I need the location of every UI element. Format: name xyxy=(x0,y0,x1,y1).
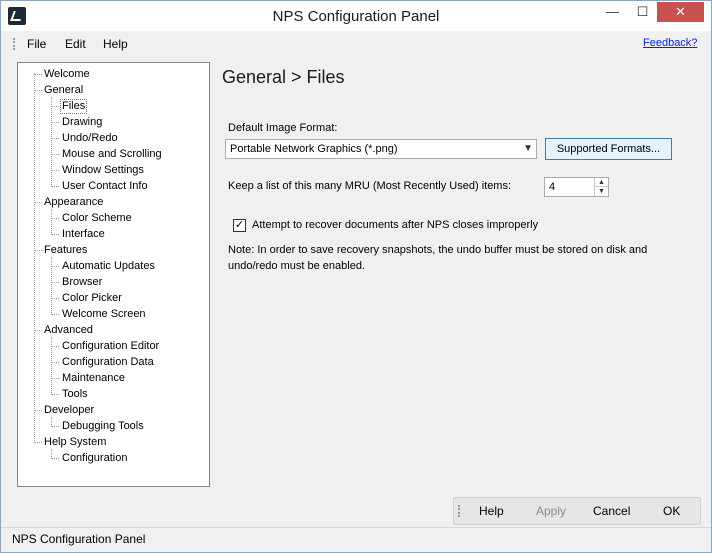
tree-connector xyxy=(34,330,42,331)
stepper-up-icon[interactable]: ▲ xyxy=(594,178,608,187)
tree-connector xyxy=(51,298,59,299)
tree-child-line xyxy=(51,209,52,235)
tree-connector xyxy=(34,442,42,443)
tree-item-help-system[interactable]: Help System xyxy=(42,436,108,449)
tree-connector xyxy=(51,266,59,267)
tree-item-welcome[interactable]: Welcome xyxy=(42,68,92,81)
minimize-icon[interactable]: — xyxy=(599,2,626,22)
tree-connector xyxy=(34,90,42,91)
image-format-value: Portable Network Graphics (*.png) xyxy=(230,143,398,155)
tree-connector xyxy=(51,234,59,235)
tree-item-advanced[interactable]: Advanced xyxy=(42,324,95,337)
mru-value: 4 xyxy=(549,181,556,193)
tree-item-welcome-screen[interactable]: Welcome Screen xyxy=(60,308,148,321)
tree-item-configuration-editor[interactable]: Configuration Editor xyxy=(60,340,161,353)
tree-item-appearance[interactable]: Appearance xyxy=(42,196,105,209)
supported-formats-button[interactable]: Supported Formats... xyxy=(545,138,672,160)
tree-item-interface[interactable]: Interface xyxy=(60,228,107,241)
tree-item-tools[interactable]: Tools xyxy=(60,388,90,401)
tree-connector xyxy=(51,106,59,107)
image-format-select[interactable]: Portable Network Graphics (*.png) ▼ xyxy=(225,139,537,159)
menu-file[interactable]: File xyxy=(27,37,46,51)
tree-item-developer[interactable]: Developer xyxy=(42,404,96,417)
tree-item-window-settings[interactable]: Window Settings xyxy=(60,164,146,177)
page-title: General > Files xyxy=(222,67,345,87)
button-bar-grip-icon xyxy=(458,505,461,517)
tree-item-maintenance[interactable]: Maintenance xyxy=(60,372,127,385)
tree-connector xyxy=(51,394,59,395)
tree-item-general[interactable]: General xyxy=(42,84,85,97)
ok-button[interactable]: OK xyxy=(663,504,680,518)
tree-item-drawing[interactable]: Drawing xyxy=(60,116,104,129)
tree-item-mouse-scrolling[interactable]: Mouse and Scrolling xyxy=(60,148,164,161)
tree-item-undo-redo[interactable]: Undo/Redo xyxy=(60,132,120,145)
recovery-note: Note: In order to save recovery snapshot… xyxy=(228,244,648,272)
menu-help[interactable]: Help xyxy=(103,37,128,51)
tree-item-debugging-tools[interactable]: Debugging Tools xyxy=(60,420,146,433)
stepper-down-icon[interactable]: ▼ xyxy=(594,187,608,196)
tree-connector xyxy=(51,362,59,363)
tree-connector xyxy=(51,154,59,155)
tree-connector xyxy=(51,314,59,315)
status-bar: NPS Configuration Panel xyxy=(1,527,711,552)
tree-connector xyxy=(51,138,59,139)
tree-connector xyxy=(51,218,59,219)
tree-item-configuration[interactable]: Configuration xyxy=(60,452,129,465)
mru-label: Keep a list of this many MRU (Most Recen… xyxy=(228,180,512,192)
tree-item-files[interactable]: Files xyxy=(60,99,88,114)
tree-connector xyxy=(51,122,59,123)
tree-item-features[interactable]: Features xyxy=(42,244,89,257)
status-text: NPS Configuration Panel xyxy=(12,532,146,546)
tree-item-automatic-updates[interactable]: Automatic Updates xyxy=(60,260,157,273)
tree-connector xyxy=(51,378,59,379)
tree-connector xyxy=(34,410,42,411)
recover-checkbox[interactable]: ✓ xyxy=(233,219,246,232)
close-icon[interactable]: ✕ xyxy=(657,2,704,22)
dialog-button-bar: Help Apply Cancel OK xyxy=(453,497,701,525)
tree-connector xyxy=(51,426,59,427)
tree-item-browser[interactable]: Browser xyxy=(60,276,104,289)
tree-connector xyxy=(34,250,42,251)
tree-connector xyxy=(34,202,42,203)
maximize-icon[interactable]: ☐ xyxy=(629,2,656,22)
tree-item-configuration-data[interactable]: Configuration Data xyxy=(60,356,156,369)
menu-grip-icon xyxy=(13,38,16,50)
tree-item-user-contact-info[interactable]: User Contact Info xyxy=(60,180,150,193)
menu-bar: File Edit Help Feedback? xyxy=(1,31,711,57)
tree-connector xyxy=(34,74,42,75)
tree-connector xyxy=(51,458,59,459)
menu-edit[interactable]: Edit xyxy=(65,37,86,51)
tree-root-line xyxy=(34,73,35,443)
mru-stepper[interactable]: 4 ▲ ▼ xyxy=(544,177,609,197)
apply-button[interactable]: Apply xyxy=(536,504,566,518)
main-window: NPS Configuration Panel — ☐ ✕ File Edit … xyxy=(0,0,712,553)
tree-connector xyxy=(51,186,59,187)
tree-child-line xyxy=(51,97,52,187)
tree-connector xyxy=(51,282,59,283)
help-button[interactable]: Help xyxy=(479,504,504,518)
tree-connector xyxy=(51,346,59,347)
recover-checkbox-label[interactable]: Attempt to recover documents after NPS c… xyxy=(252,219,538,231)
title-bar[interactable]: NPS Configuration Panel — ☐ ✕ xyxy=(1,1,711,31)
tree-item-color-scheme[interactable]: Color Scheme xyxy=(60,212,134,225)
chevron-down-icon: ▼ xyxy=(523,143,533,154)
feedback-link[interactable]: Feedback? xyxy=(643,37,697,49)
image-format-label: Default Image Format: xyxy=(228,122,338,134)
cancel-button[interactable]: Cancel xyxy=(593,504,630,518)
tree-item-color-picker[interactable]: Color Picker xyxy=(60,292,124,305)
tree-connector xyxy=(51,170,59,171)
settings-tree[interactable]: Welcome General Files Drawing Undo/Redo … xyxy=(17,62,210,487)
